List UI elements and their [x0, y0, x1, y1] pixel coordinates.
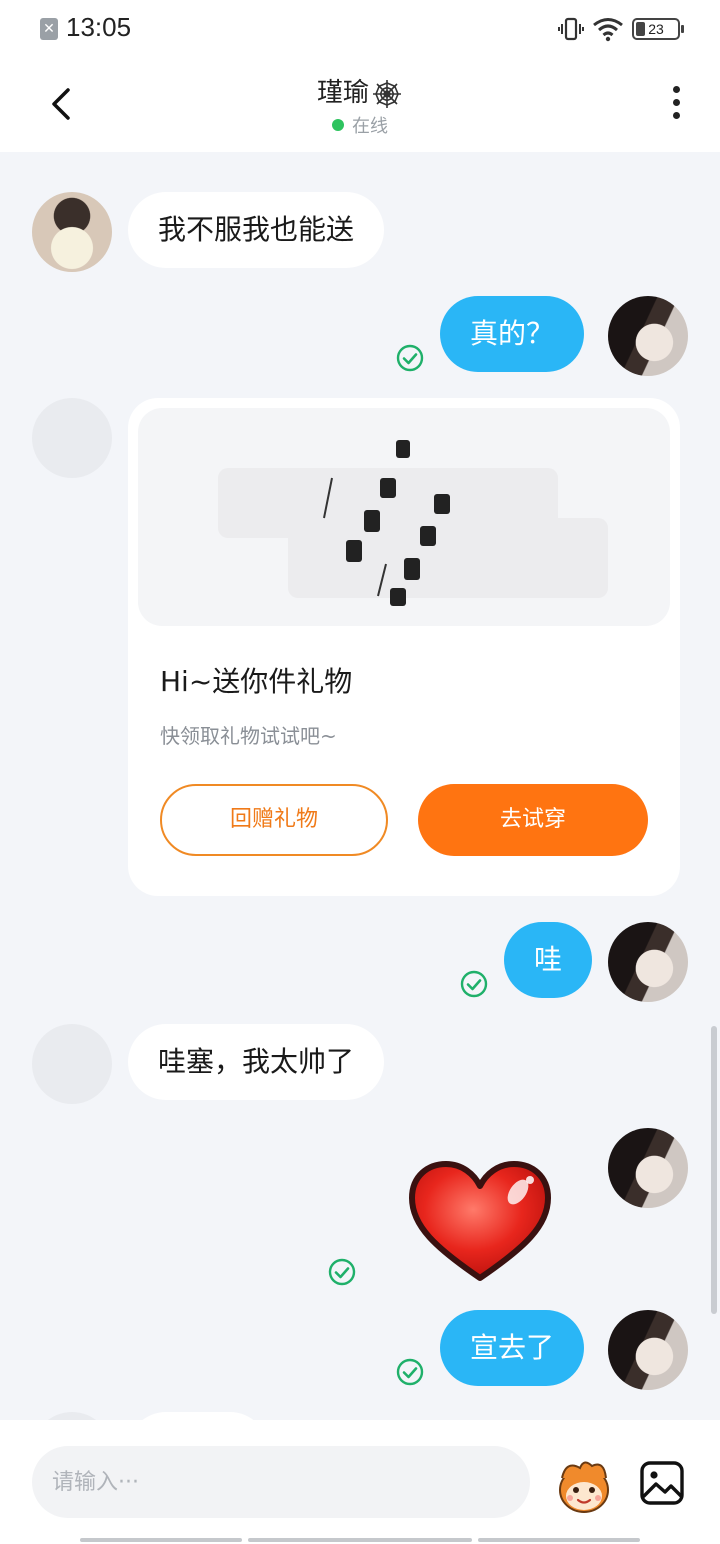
my-avatar[interactable]: [608, 1128, 688, 1208]
read-check-icon: [396, 1358, 424, 1386]
wifi-icon: [593, 18, 623, 42]
my-avatar[interactable]: [608, 922, 688, 1002]
close-notification-icon: ✕: [40, 18, 58, 40]
status-bar: ✕ 13:05 23: [0, 0, 720, 56]
try-on-button[interactable]: 去试穿: [418, 784, 648, 856]
contact-avatar-placeholder[interactable]: [32, 1024, 112, 1104]
chat-header: 瑾瑜 在线: [0, 56, 720, 152]
return-gift-button[interactable]: 回赠礼物: [160, 784, 388, 856]
emoji-icon[interactable]: [552, 1456, 616, 1516]
contact-name-text: 瑾瑜: [316, 78, 369, 108]
incoming-message-bubble[interactable]: 我不服我也能送: [128, 192, 385, 268]
image-icon[interactable]: [638, 1458, 686, 1508]
incoming-message-bubble[interactable]: 哇塞，我太帅了: [128, 1024, 385, 1100]
nav-hint-bar: [478, 1538, 640, 1542]
online-status: 在线: [0, 112, 720, 138]
input-bar: [0, 1420, 720, 1544]
my-avatar[interactable]: [608, 296, 688, 376]
nav-hint-bar: [80, 1538, 242, 1542]
online-dot-icon: [332, 119, 344, 131]
incoming-message-bubble-partial[interactable]: [128, 1412, 268, 1420]
gift-preview-image[interactable]: [138, 408, 670, 626]
more-vertical-icon[interactable]: [664, 82, 688, 126]
nav-hint-bar: [248, 1538, 472, 1542]
outgoing-message-bubble[interactable]: 宣去了: [440, 1310, 585, 1386]
read-check-icon: [396, 344, 424, 372]
gift-subtitle: 快领取礼物试试吧~: [160, 724, 337, 748]
online-status-text: 在线: [352, 116, 388, 137]
contact-avatar-placeholder[interactable]: [32, 398, 112, 478]
spider-web-icon: [373, 79, 401, 108]
gift-items-illustration: [218, 440, 608, 606]
outgoing-message-bubble[interactable]: 哇: [504, 922, 593, 998]
read-check-icon: [328, 1258, 356, 1286]
message-input[interactable]: [32, 1446, 530, 1518]
battery-icon: 23: [632, 18, 684, 40]
gift-card[interactable]: Hi~送你件礼物 快领取礼物试试吧~ 回赠礼物 去试穿: [128, 398, 680, 896]
status-time: 13:05: [66, 12, 132, 42]
message-list[interactable]: 我不服我也能送 真的？ Hi~送你件礼物 快领取礼物试试吧~ 回赠礼物 去试穿 …: [0, 152, 720, 1420]
contact-avatar[interactable]: [32, 192, 112, 272]
contact-avatar-placeholder[interactable]: [32, 1412, 112, 1420]
battery-level: 23: [648, 21, 664, 37]
outgoing-message-bubble[interactable]: 真的？: [440, 296, 585, 372]
my-avatar[interactable]: [608, 1310, 688, 1390]
contact-name[interactable]: 瑾瑜: [0, 72, 720, 110]
vibrate-icon: [558, 17, 584, 41]
read-check-icon: [460, 970, 488, 998]
gift-title: Hi~送你件礼物: [160, 665, 353, 698]
heart-icon[interactable]: [406, 1158, 554, 1286]
scrollbar[interactable]: [711, 1026, 717, 1314]
